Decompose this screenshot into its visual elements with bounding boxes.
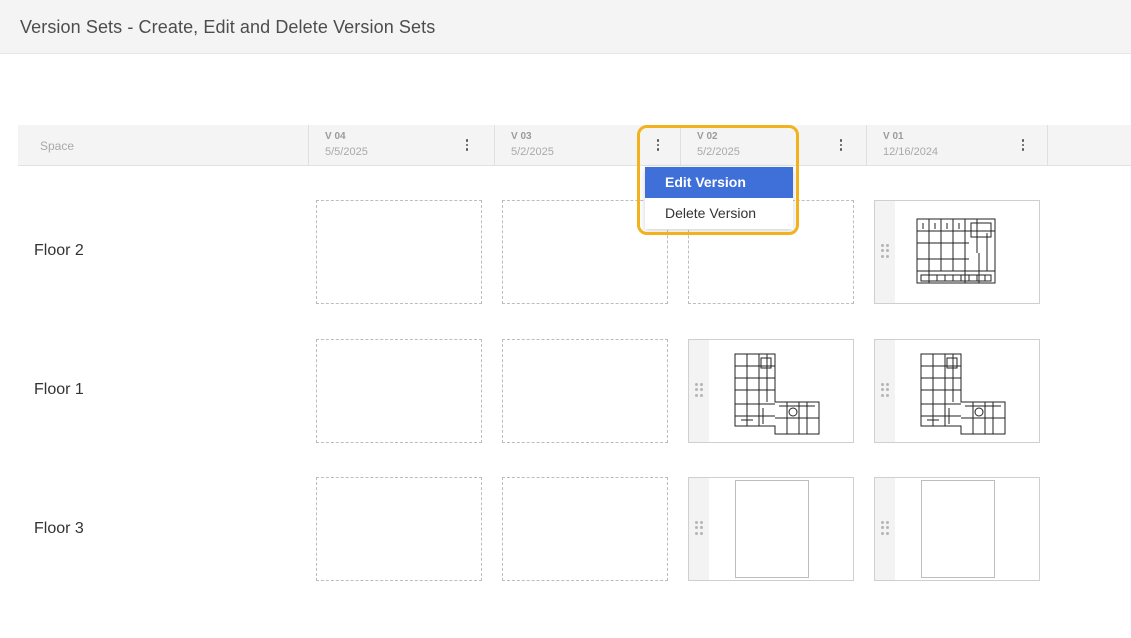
row-label-floor-3: Floor 3: [34, 520, 84, 537]
drag-handle[interactable]: [689, 478, 709, 580]
version-date: 5/2/2025: [511, 146, 554, 158]
delete-version-menu-item[interactable]: Delete Version: [645, 198, 793, 229]
version-name: V 01: [883, 131, 904, 142]
drag-handle[interactable]: [875, 340, 895, 442]
version-column-v01: V 01 12/16/2024: [866, 125, 1047, 166]
blank-sheet-thumbnail: [735, 480, 809, 578]
version-column-v04: V 04 5/5/2025: [308, 125, 494, 166]
drag-handle[interactable]: [875, 201, 895, 303]
edit-version-menu-item[interactable]: Edit Version: [645, 167, 793, 198]
column-divider: [1047, 125, 1048, 166]
space-column-header: Space: [40, 139, 75, 153]
drag-handle[interactable]: [875, 478, 895, 580]
version-menu-icon[interactable]: [1015, 135, 1031, 155]
version-menu-icon[interactable]: [833, 135, 849, 155]
drop-zone-floor3-v04[interactable]: [316, 477, 482, 581]
drag-grip-icon: [881, 244, 889, 258]
sheet-card-floor1-v01[interactable]: [874, 339, 1040, 443]
version-date: 5/2/2025: [697, 146, 740, 158]
drag-grip-icon: [881, 521, 889, 535]
drop-zone-floor1-v03[interactable]: [502, 339, 668, 443]
page-title: Version Sets - Create, Edit and Delete V…: [20, 17, 436, 37]
version-name: V 02: [697, 131, 718, 142]
drag-grip-icon: [695, 383, 703, 397]
blank-sheet-thumbnail: [921, 480, 995, 578]
drop-zone-floor1-v04[interactable]: [316, 339, 482, 443]
version-date: 12/16/2024: [883, 146, 939, 158]
page-header: Version Sets - Create, Edit and Delete V…: [0, 0, 1131, 54]
version-name: V 04: [325, 131, 346, 142]
version-menu-icon[interactable]: [650, 135, 666, 155]
drag-grip-icon: [881, 383, 889, 397]
sheet-card-floor2-v01[interactable]: [874, 200, 1040, 304]
drop-zone-floor3-v03[interactable]: [502, 477, 668, 581]
row-label-floor-2: Floor 2: [34, 242, 84, 259]
drag-grip-icon: [695, 521, 703, 535]
version-name: V 03: [511, 131, 532, 142]
drag-handle[interactable]: [689, 340, 709, 442]
drop-zone-floor2-v03[interactable]: [502, 200, 668, 304]
version-menu-icon[interactable]: [459, 135, 475, 155]
floorplan-thumbnail: [916, 218, 996, 284]
floorplan-thumbnail: [920, 353, 1006, 435]
floorplan-thumbnail: [734, 353, 820, 435]
sheet-card-floor3-v02[interactable]: [688, 477, 854, 581]
version-context-menu: Edit Version Delete Version: [645, 167, 793, 229]
sheet-card-floor1-v02[interactable]: [688, 339, 854, 443]
drop-zone-floor2-v04[interactable]: [316, 200, 482, 304]
sheet-card-floor3-v01[interactable]: [874, 477, 1040, 581]
version-column-v03: V 03 5/2/2025: [494, 125, 680, 166]
version-date: 5/5/2025: [325, 146, 368, 158]
version-column-v02: V 02 5/2/2025: [680, 125, 866, 166]
row-label-floor-1: Floor 1: [34, 381, 84, 398]
grid-header: Space V 04 5/5/2025 V 03 5/2/2025 V 02 5…: [18, 125, 1131, 166]
